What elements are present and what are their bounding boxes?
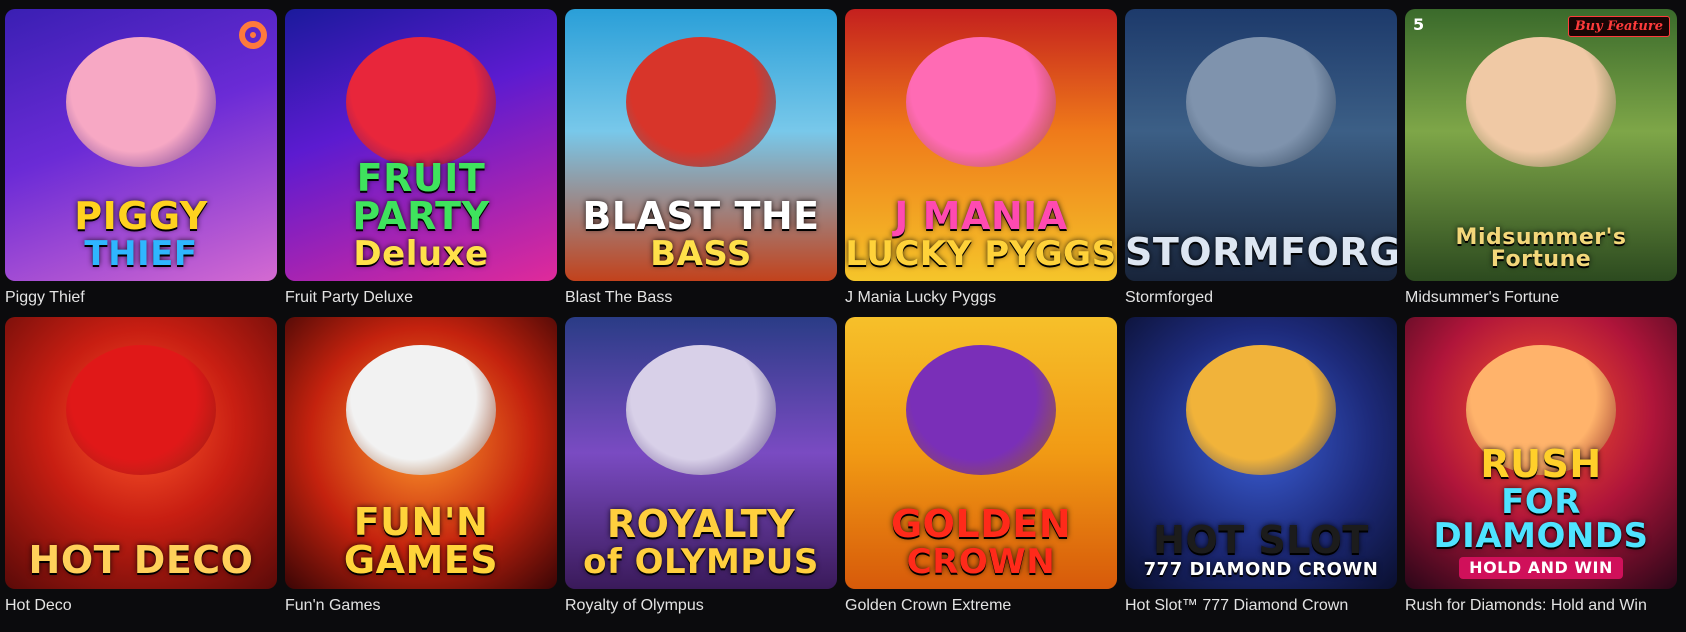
game-art-logo: PIGGY THIEF xyxy=(5,197,277,271)
game-card[interactable]: STORMFORGED Stormforged xyxy=(1125,9,1397,309)
provider-logo-icon xyxy=(239,21,267,49)
game-art-title: J MANIA xyxy=(894,194,1068,238)
game-thumbnail[interactable]: FUN'N GAMES xyxy=(285,317,557,589)
game-thumbnail[interactable]: PIGGY THIEF xyxy=(5,9,277,281)
game-title[interactable]: Midsummer's Fortune xyxy=(1405,289,1677,309)
game-card[interactable]: HOT SLOT 777 DIAMOND CROWN Hot Slot™ 777 D… xyxy=(1125,317,1397,617)
game-art-character xyxy=(346,37,496,167)
game-art-logo: BLAST THE BASS xyxy=(565,197,837,271)
game-art-character xyxy=(906,37,1056,167)
game-title[interactable]: Royalty of Olympus xyxy=(565,597,837,617)
game-art-title: HOT DECO xyxy=(28,538,254,582)
buy-feature-badge: Buy Feature xyxy=(1567,16,1670,37)
game-card[interactable]: Midsummer's Fortune Buy Feature 5 Midsummer… xyxy=(1405,9,1677,309)
game-card[interactable]: ROYALTY of OLYMPUS Royalty of Olympus xyxy=(565,317,837,617)
game-art-character xyxy=(906,345,1056,475)
game-title[interactable]: Fruit Party Deluxe xyxy=(285,289,557,309)
game-title[interactable]: Piggy Thief xyxy=(5,289,277,309)
game-art-subtitle: LUCKY PYGGS xyxy=(845,234,1117,274)
game-title[interactable]: J Mania Lucky Pyggs xyxy=(845,289,1117,309)
game-art-logo: HOT DECO xyxy=(5,541,277,579)
game-art-title: FUN'N GAMES xyxy=(343,500,499,582)
game-art-title: HOT SLOT xyxy=(1153,518,1369,562)
game-art-character xyxy=(66,37,216,167)
game-art-logo: STORMFORGED xyxy=(1125,233,1397,271)
game-art-logo: ROYALTY of OLYMPUS xyxy=(565,505,837,579)
game-art-subtitle: THIEF xyxy=(84,234,198,274)
game-art-logo: FRUIT PARTY Deluxe xyxy=(285,159,557,271)
game-title[interactable]: Blast The Bass xyxy=(565,289,837,309)
game-art-title: RUSH xyxy=(1480,442,1602,486)
game-thumbnail[interactable]: STORMFORGED xyxy=(1125,9,1397,281)
game-art-logo: J MANIA LUCKY PYGGS xyxy=(845,197,1117,271)
game-title[interactable]: Stormforged xyxy=(1125,289,1397,309)
game-title[interactable]: Fun'n Games xyxy=(285,597,557,617)
game-art-logo: RUSH FOR DIAMONDS HOLD AND WIN xyxy=(1405,445,1677,579)
game-thumbnail[interactable]: ROYALTY of OLYMPUS xyxy=(565,317,837,589)
game-thumbnail[interactable]: Midsummer's Fortune Buy Feature 5 xyxy=(1405,9,1677,281)
game-art-character xyxy=(346,345,496,475)
game-thumbnail[interactable]: J MANIA LUCKY PYGGS xyxy=(845,9,1117,281)
game-card[interactable]: BLAST THE BASS Blast The Bass xyxy=(565,9,837,309)
game-art-logo: Midsummer's Fortune xyxy=(1405,227,1677,271)
game-card[interactable]: RUSH FOR DIAMONDS HOLD AND WIN Rush for Dia… xyxy=(1405,317,1677,617)
game-art-subtitle: 777 DIAMOND CROWN xyxy=(1143,559,1379,580)
game-art-title: STORMFORGED xyxy=(1125,230,1397,274)
game-thumbnail[interactable]: HOT DECO xyxy=(5,317,277,589)
game-card[interactable]: J MANIA LUCKY PYGGS J Mania Lucky Pyggs xyxy=(845,9,1117,309)
game-art-character xyxy=(1466,37,1616,167)
game-art-subtitle: FOR DIAMONDS xyxy=(1433,482,1649,556)
game-art-logo: HOT SLOT 777 DIAMOND CROWN xyxy=(1125,521,1397,579)
game-art-character xyxy=(626,37,776,167)
game-card[interactable]: FUN'N GAMES Fun'n Games xyxy=(285,317,557,617)
game-title[interactable]: Rush for Diamonds: Hold and Win xyxy=(1405,597,1677,617)
game-art-title: FRUIT PARTY xyxy=(352,156,490,238)
game-thumbnail[interactable]: BLAST THE BASS xyxy=(565,9,837,281)
game-card[interactable]: HOT DECO Hot Deco xyxy=(5,317,277,617)
game-art-subtitle: CROWN xyxy=(906,542,1056,582)
games-grid: PIGGY THIEF Piggy Thief FRUIT PARTY Deluxe Fr… xyxy=(5,9,1677,617)
game-art-logo: FUN'N GAMES xyxy=(285,503,557,579)
game-art-title: Midsummer's Fortune xyxy=(1455,225,1627,272)
game-thumbnail[interactable]: FRUIT PARTY Deluxe xyxy=(285,9,557,281)
game-art-title: BLAST THE xyxy=(582,194,820,238)
game-art-title: ROYALTY xyxy=(606,502,796,546)
game-art-character xyxy=(1186,345,1336,475)
game-card[interactable]: GOLDEN CROWN Golden Crown Extreme xyxy=(845,317,1117,617)
game-card[interactable]: FRUIT PARTY Deluxe Fruit Party Deluxe xyxy=(285,9,557,309)
game-art-logo: GOLDEN CROWN xyxy=(845,505,1117,579)
provider-corner-badge: 5 xyxy=(1413,15,1425,34)
game-art-character xyxy=(626,345,776,475)
game-thumbnail[interactable]: HOT SLOT 777 DIAMOND CROWN xyxy=(1125,317,1397,589)
game-art-footer: HOLD AND WIN xyxy=(1459,557,1623,579)
game-art-title: GOLDEN xyxy=(890,502,1071,546)
game-art-subtitle: BASS xyxy=(650,234,752,274)
game-art-character xyxy=(1186,37,1336,167)
game-thumbnail[interactable]: RUSH FOR DIAMONDS HOLD AND WIN xyxy=(1405,317,1677,589)
game-art-title: PIGGY xyxy=(74,194,208,238)
game-title[interactable]: Hot Deco xyxy=(5,597,277,617)
game-art-subtitle: Deluxe xyxy=(353,234,489,274)
game-title[interactable]: Golden Crown Extreme xyxy=(845,597,1117,617)
game-art-subtitle: of OLYMPUS xyxy=(583,542,819,582)
game-art-character xyxy=(66,345,216,475)
game-card[interactable]: PIGGY THIEF Piggy Thief xyxy=(5,9,277,309)
game-thumbnail[interactable]: GOLDEN CROWN xyxy=(845,317,1117,589)
game-title[interactable]: Hot Slot™ 777 Diamond Crown xyxy=(1125,597,1397,617)
